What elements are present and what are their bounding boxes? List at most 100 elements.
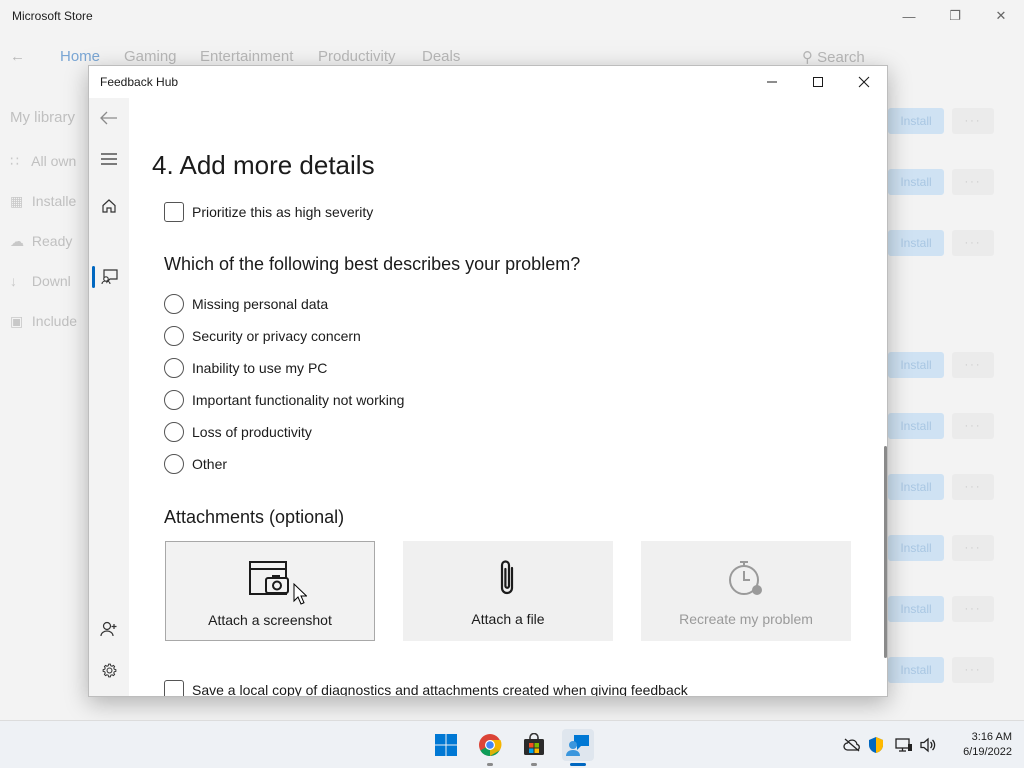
back-button[interactable] bbox=[89, 100, 129, 136]
store-more-button[interactable]: ··· bbox=[952, 657, 994, 683]
feedback-nav-button[interactable] bbox=[89, 259, 129, 295]
option-missing-personal-data[interactable]: Missing personal data bbox=[164, 294, 328, 314]
speaker-icon bbox=[920, 737, 936, 753]
store-title: Microsoft Store bbox=[12, 9, 93, 23]
gift-icon: ▣ bbox=[10, 313, 24, 329]
hub-maximize-button[interactable] bbox=[795, 66, 841, 98]
radio-button[interactable] bbox=[164, 358, 184, 378]
store-more-button[interactable]: ··· bbox=[952, 535, 994, 561]
account-button[interactable] bbox=[89, 611, 129, 647]
store-search[interactable]: ⚲ Search bbox=[802, 48, 865, 66]
home-icon bbox=[102, 199, 116, 213]
store-taskbar-button[interactable] bbox=[518, 729, 550, 761]
option-important-functionality[interactable]: Important functionality not working bbox=[164, 390, 404, 410]
save-local-copy-checkbox[interactable]: Save a local copy of diagnostics and att… bbox=[164, 680, 688, 696]
security-tray-button[interactable] bbox=[866, 735, 886, 755]
network-icon bbox=[895, 738, 912, 752]
vertical-scrollbar[interactable] bbox=[884, 446, 887, 658]
running-indicator bbox=[487, 763, 493, 766]
settings-button[interactable] bbox=[89, 652, 129, 688]
cloud-offline-icon bbox=[843, 738, 860, 752]
store-nav-deals[interactable]: Deals bbox=[422, 48, 460, 65]
page-title: 4. Add more details bbox=[152, 150, 375, 180]
store-side-label: Ready bbox=[31, 233, 73, 249]
store-install-button[interactable]: Install bbox=[888, 230, 944, 256]
store-restore-button[interactable]: ❐ bbox=[932, 6, 978, 26]
option-other[interactable]: Other bbox=[164, 454, 227, 474]
recreate-problem-button[interactable]: Recreate my problem bbox=[641, 541, 851, 641]
network-tray-button[interactable] bbox=[894, 735, 914, 755]
paperclip-icon bbox=[500, 560, 514, 595]
store-side-item-installed[interactable]: ▦ Installe bbox=[10, 193, 76, 210]
high-severity-checkbox[interactable]: Prioritize this as high severity bbox=[164, 202, 373, 222]
store-more-button[interactable]: ··· bbox=[952, 169, 994, 195]
chrome-taskbar-button[interactable] bbox=[474, 729, 506, 761]
store-install-button[interactable]: Install bbox=[888, 352, 944, 378]
store-install-button[interactable]: Install bbox=[888, 474, 944, 500]
start-button[interactable] bbox=[430, 729, 462, 761]
store-side-item-included[interactable]: ▣ Include bbox=[10, 313, 77, 330]
feedback-hub-window: Feedback Hub 4. Add more details Priorit… bbox=[88, 65, 888, 697]
maximize-icon bbox=[813, 77, 823, 87]
windows-logo-icon bbox=[435, 734, 457, 756]
store-side-item-downloads[interactable]: ↓ Downl bbox=[10, 273, 71, 289]
hub-minimize-button[interactable] bbox=[749, 66, 795, 98]
hub-nav-rail bbox=[89, 98, 129, 696]
store-install-button[interactable]: Install bbox=[888, 169, 944, 195]
store-library-title: My library bbox=[10, 109, 76, 126]
store-install-button[interactable]: Install bbox=[888, 108, 944, 134]
store-close-button[interactable]: ✕ bbox=[978, 6, 1024, 26]
store-more-button[interactable]: ··· bbox=[952, 352, 994, 378]
option-label: Other bbox=[192, 456, 228, 472]
feedback-hub-taskbar-button[interactable] bbox=[562, 729, 594, 761]
store-install-button[interactable]: Install bbox=[888, 413, 944, 439]
option-label: Inability to use my PC bbox=[192, 360, 328, 376]
home-nav-button[interactable] bbox=[89, 188, 129, 224]
store-back-icon[interactable]: ← bbox=[10, 48, 25, 65]
back-arrow-icon bbox=[100, 111, 117, 125]
store-side-item-all-owned[interactable]: ∷ All own bbox=[10, 153, 76, 170]
option-inability-to-use-pc[interactable]: Inability to use my PC bbox=[164, 358, 327, 378]
radio-button[interactable] bbox=[164, 326, 184, 346]
store-side-label: Downl bbox=[31, 273, 71, 289]
volume-tray-button[interactable] bbox=[918, 735, 938, 755]
radio-button[interactable] bbox=[164, 454, 184, 474]
hub-close-button[interactable] bbox=[841, 66, 887, 98]
store-more-button[interactable]: ··· bbox=[952, 108, 994, 134]
store-more-button[interactable]: ··· bbox=[952, 596, 994, 622]
store-minimize-button[interactable]: — bbox=[886, 6, 932, 26]
store-nav-home[interactable]: Home bbox=[60, 48, 100, 65]
store-more-button[interactable]: ··· bbox=[952, 413, 994, 439]
option-loss-of-productivity[interactable]: Loss of productivity bbox=[164, 422, 312, 442]
stopwatch-icon bbox=[729, 561, 762, 595]
store-search-label: Search bbox=[817, 49, 865, 66]
option-label: Important functionality not working bbox=[192, 392, 405, 408]
store-side-label: All own bbox=[31, 153, 77, 169]
download-icon: ↓ bbox=[10, 273, 17, 289]
store-install-button[interactable]: Install bbox=[888, 596, 944, 622]
checkbox-box[interactable] bbox=[164, 680, 184, 696]
option-label: Missing personal data bbox=[192, 296, 329, 312]
radio-button[interactable] bbox=[164, 390, 184, 410]
radio-button[interactable] bbox=[164, 294, 184, 314]
store-nav-gaming[interactable]: Gaming bbox=[124, 48, 177, 65]
store-more-button[interactable]: ··· bbox=[952, 474, 994, 500]
store-nav-entertainment[interactable]: Entertainment bbox=[200, 48, 293, 65]
onedrive-tray-button[interactable] bbox=[842, 735, 862, 755]
store-side-item-ready[interactable]: ☁ Ready bbox=[10, 233, 72, 250]
checkbox-box[interactable] bbox=[164, 202, 184, 222]
store-bag-icon bbox=[524, 733, 544, 755]
store-install-button[interactable]: Install bbox=[888, 657, 944, 683]
menu-button[interactable] bbox=[89, 141, 129, 177]
store-nav-productivity[interactable]: Productivity bbox=[318, 48, 396, 65]
attach-screenshot-button[interactable]: Attach a screenshot bbox=[165, 541, 375, 641]
taskbar-clock[interactable]: 3:16 AM 6/19/2022 bbox=[963, 730, 1012, 760]
attach-file-button[interactable]: Attach a file bbox=[403, 541, 613, 641]
store-install-button[interactable]: Install bbox=[888, 535, 944, 561]
option-security-privacy[interactable]: Security or privacy concern bbox=[164, 326, 361, 346]
radio-button[interactable] bbox=[164, 422, 184, 442]
active-app-indicator bbox=[570, 763, 586, 766]
running-indicator bbox=[531, 763, 537, 766]
store-more-button[interactable]: ··· bbox=[952, 230, 994, 256]
attach-file-label: Attach a file bbox=[471, 611, 545, 627]
